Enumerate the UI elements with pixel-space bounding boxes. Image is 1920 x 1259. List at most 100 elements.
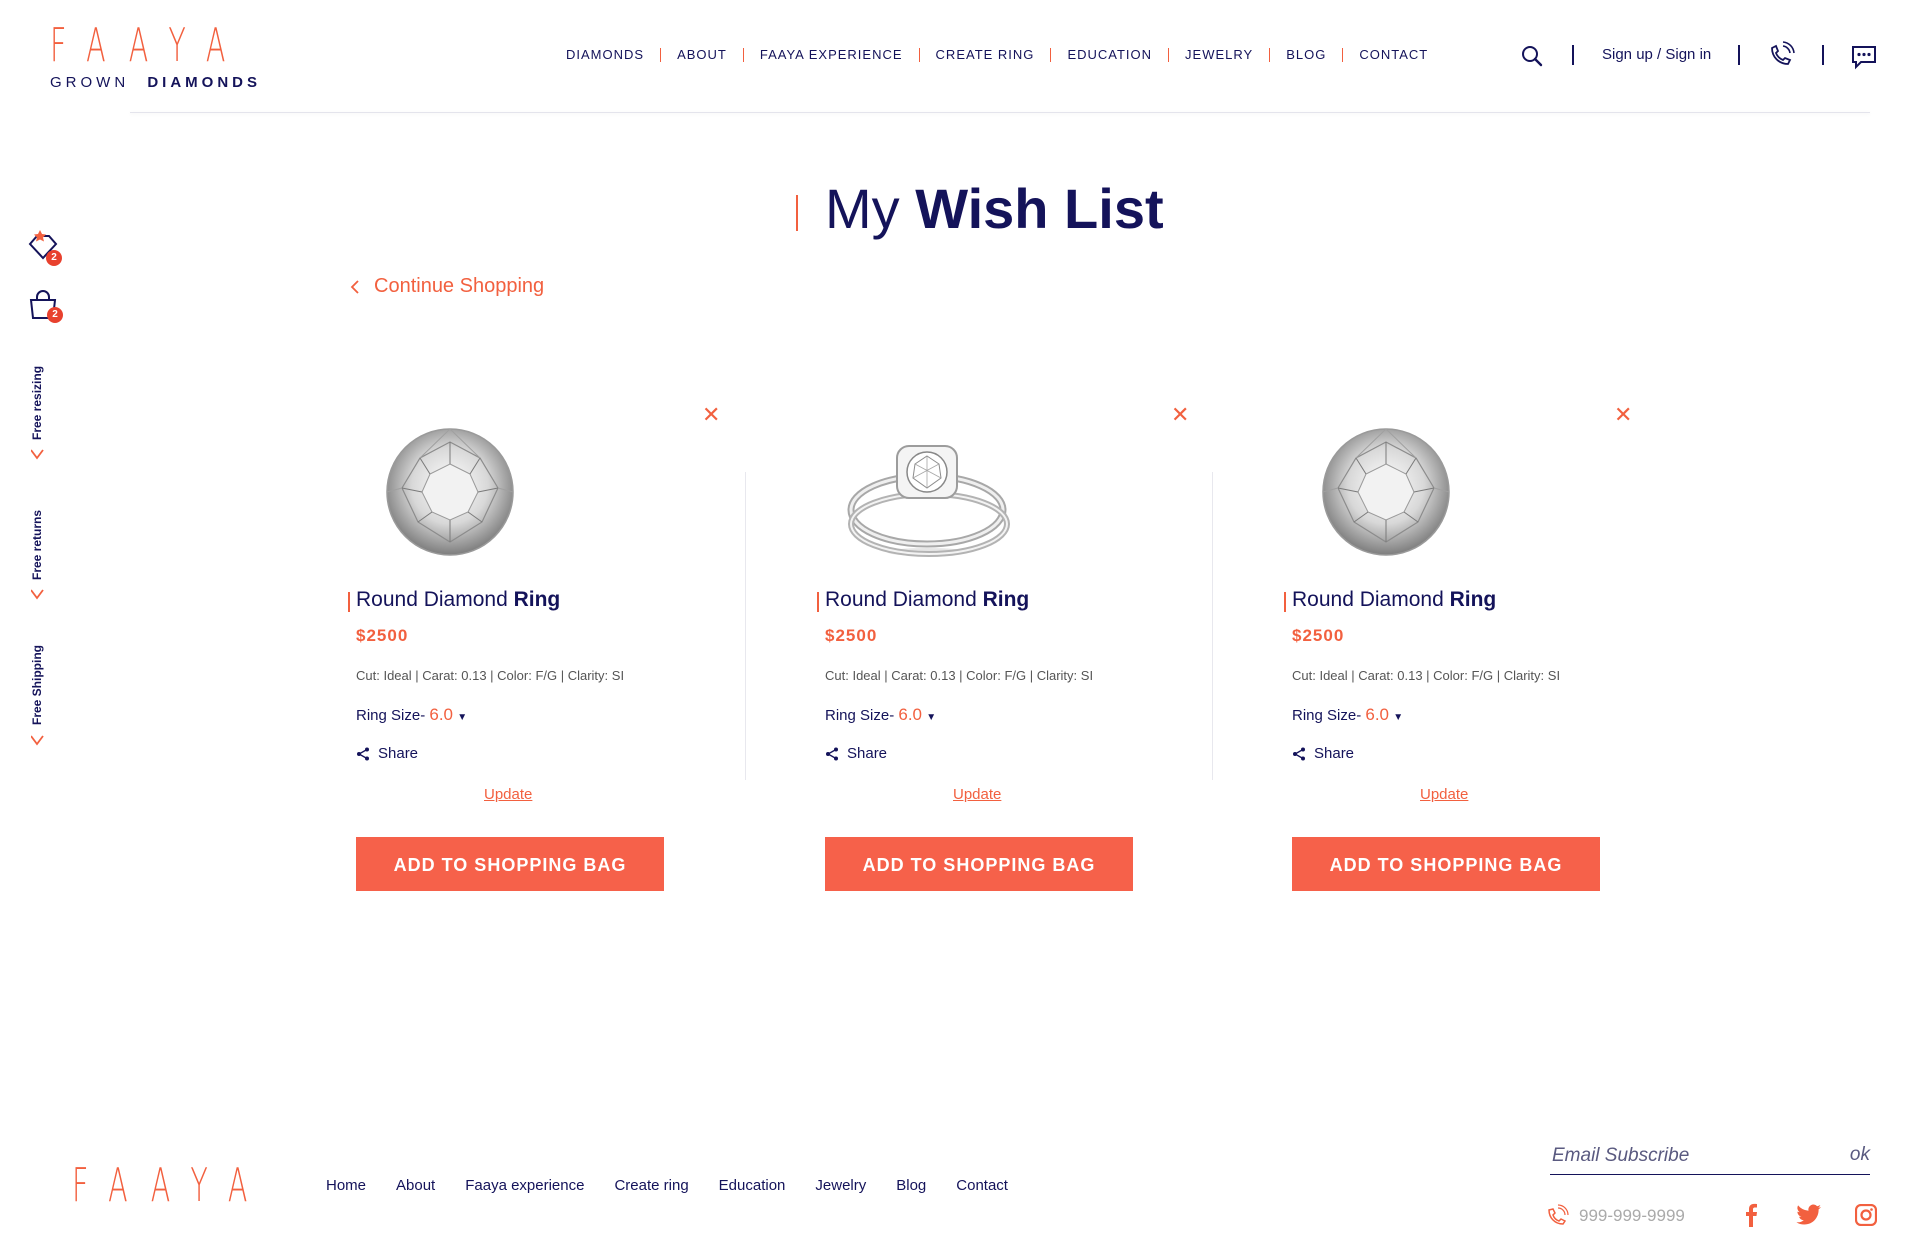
ring-size-select[interactable]: Ring Size- 6.0 ▼ [356,705,467,725]
item-name[interactable]: Round Diamond Ring [356,588,560,612]
share-button[interactable]: Share [825,745,887,762]
update-link[interactable]: Update [1420,786,1468,803]
header-divider [1738,45,1740,65]
facebook-icon[interactable] [1744,1203,1758,1232]
footer-phone[interactable]: 999-999-9999 [1545,1204,1685,1228]
caret-down-icon: ▼ [1393,712,1404,723]
logo-sub-bold: DIAMONDS [147,74,262,91]
phone-number: 999-999-9999 [1579,1206,1685,1225]
share-button[interactable]: Share [356,745,418,762]
footer-nav-create-ring[interactable]: Create ring [614,1177,688,1194]
share-icon [357,747,369,760]
caret-down-icon: ▼ [926,712,937,723]
search-icon[interactable] [1520,44,1544,73]
item-accent-bar [817,592,819,612]
footer-nav-education[interactable]: Education [719,1177,786,1194]
share-label: Share [847,745,888,762]
bag-count-badge: 2 [47,307,63,323]
item-name-light: Round Diamond [1292,588,1444,611]
footer-nav-home[interactable]: Home [326,1177,366,1194]
nav-jewelry[interactable]: JEWELRY [1185,47,1253,62]
chat-icon[interactable] [1850,44,1878,75]
twitter-icon[interactable] [1796,1204,1822,1231]
ring-size-label: Ring Size- [825,707,895,724]
footer-nav: Home About Faaya experience Create ring … [326,1177,1008,1194]
nav-about[interactable]: ABOUT [677,47,727,62]
nav-blog[interactable]: BLOG [1286,47,1326,62]
logo[interactable]: FAAYA GROWN DIAMONDS [50,18,369,91]
diamond-image [386,428,514,556]
ring-size-label: Ring Size- [356,707,426,724]
remove-item-close-icon[interactable]: ✕ [702,404,720,426]
nav-faaya-experience[interactable]: FAAYA EXPERIENCE [760,47,903,62]
page-title-bold: Wish List [915,177,1164,240]
item-name-bold: Ring [513,588,561,611]
item-name[interactable]: Round Diamond Ring [825,588,1029,612]
ring-size-value: 6.0 [898,705,923,724]
footer-nav-jewelry[interactable]: Jewelry [815,1177,866,1194]
phone-icon [1548,1204,1569,1225]
signin-link[interactable]: Sign up / Sign in [1602,46,1711,63]
item-specs: Cut: Ideal | Carat: 0.13 | Color: F/G | … [825,668,1094,683]
phone-icon[interactable] [1766,40,1796,75]
add-to-bag-button[interactable]: ADD TO SHOPPING BAG [1292,837,1600,891]
instagram-icon[interactable] [1854,1203,1878,1231]
logo-sub-light: GROWN [50,74,130,91]
header-divider [1572,45,1574,65]
email-ok-button[interactable]: ok [1850,1144,1870,1166]
add-to-bag-button[interactable]: ADD TO SHOPPING BAG [825,837,1133,891]
chevron-left-icon [350,279,359,294]
diamond-image [1322,428,1450,556]
perk-free-returns: Free returns [30,509,44,580]
item-price: $2500 [356,626,409,645]
header-divider [1822,45,1824,65]
item-accent-bar [1284,592,1286,612]
nav-contact[interactable]: CONTACT [1359,47,1428,62]
item-specs: Cut: Ideal | Carat: 0.13 | Color: F/G | … [1292,668,1561,683]
perk-free-shipping: Free Shipping [30,644,44,725]
update-link[interactable]: Update [953,786,1001,803]
main-nav: DIAMONDS ABOUT FAAYA EXPERIENCE CREATE R… [566,47,1428,62]
footer-nav-faaya-experience[interactable]: Faaya experience [465,1177,584,1194]
item-name-bold: Ring [1449,588,1497,611]
page-title-light: My [825,177,900,240]
update-link[interactable]: Update [484,786,532,803]
item-price: $2500 [1292,626,1345,645]
continue-shopping-label: Continue Shopping [374,275,545,297]
ring-size-select[interactable]: Ring Size- 6.0 ▼ [825,705,936,725]
footer-nav-blog[interactable]: Blog [896,1177,926,1194]
nav-education[interactable]: EDUCATION [1067,47,1152,62]
item-name-light: Round Diamond [825,588,977,611]
ring-size-label: Ring Size- [1292,707,1362,724]
item-accent-bar [348,592,350,612]
share-label: Share [1314,745,1355,762]
item-name[interactable]: Round Diamond Ring [1292,588,1496,612]
title-accent-bar [796,195,798,231]
footer-nav-about[interactable]: About [396,1177,435,1194]
remove-item-close-icon[interactable]: ✕ [1171,404,1189,426]
remove-item-close-icon[interactable]: ✕ [1614,404,1632,426]
wishlist-count-badge: 2 [46,250,62,266]
nav-create-ring[interactable]: CREATE RING [936,47,1035,62]
footer-logo-letters: FAAYA [72,1158,270,1212]
logo-letters: FAAYA [50,18,248,72]
footer-nav-contact[interactable]: Contact [956,1177,1008,1194]
ring-size-value: 6.0 [1365,705,1390,724]
continue-shopping-link[interactable]: Continue Shopping [350,275,544,298]
share-icon [826,747,838,760]
nav-diamonds[interactable]: DIAMONDS [566,47,644,62]
site-header: FAAYA GROWN DIAMONDS DIAMONDS ABOUT FAAY… [0,0,1920,113]
ring-size-select[interactable]: Ring Size- 6.0 ▼ [1292,705,1403,725]
ring-image [847,445,1010,557]
wishlist-item: ✕ Round Diamond Ring $2500 Cut: Ideal | … [1284,400,1704,920]
email-subscribe-input[interactable] [1550,1140,1824,1172]
share-button[interactable]: Share [1292,745,1354,762]
checkmark-icon [30,448,45,467]
add-to-bag-button[interactable]: ADD TO SHOPPING BAG [356,837,664,891]
perk-free-resizing: Free resizing [30,365,44,440]
share-icon [1293,747,1305,760]
wishlist-item: ✕ Round Diamond Ring $2500 Cut: Ideal | … [817,400,1237,920]
wishlist-item: ✕ Round Diamond Ring $2500 Cut: Ideal | … [348,400,768,920]
caret-down-icon: ▼ [457,712,468,723]
checkmark-icon [30,588,45,607]
